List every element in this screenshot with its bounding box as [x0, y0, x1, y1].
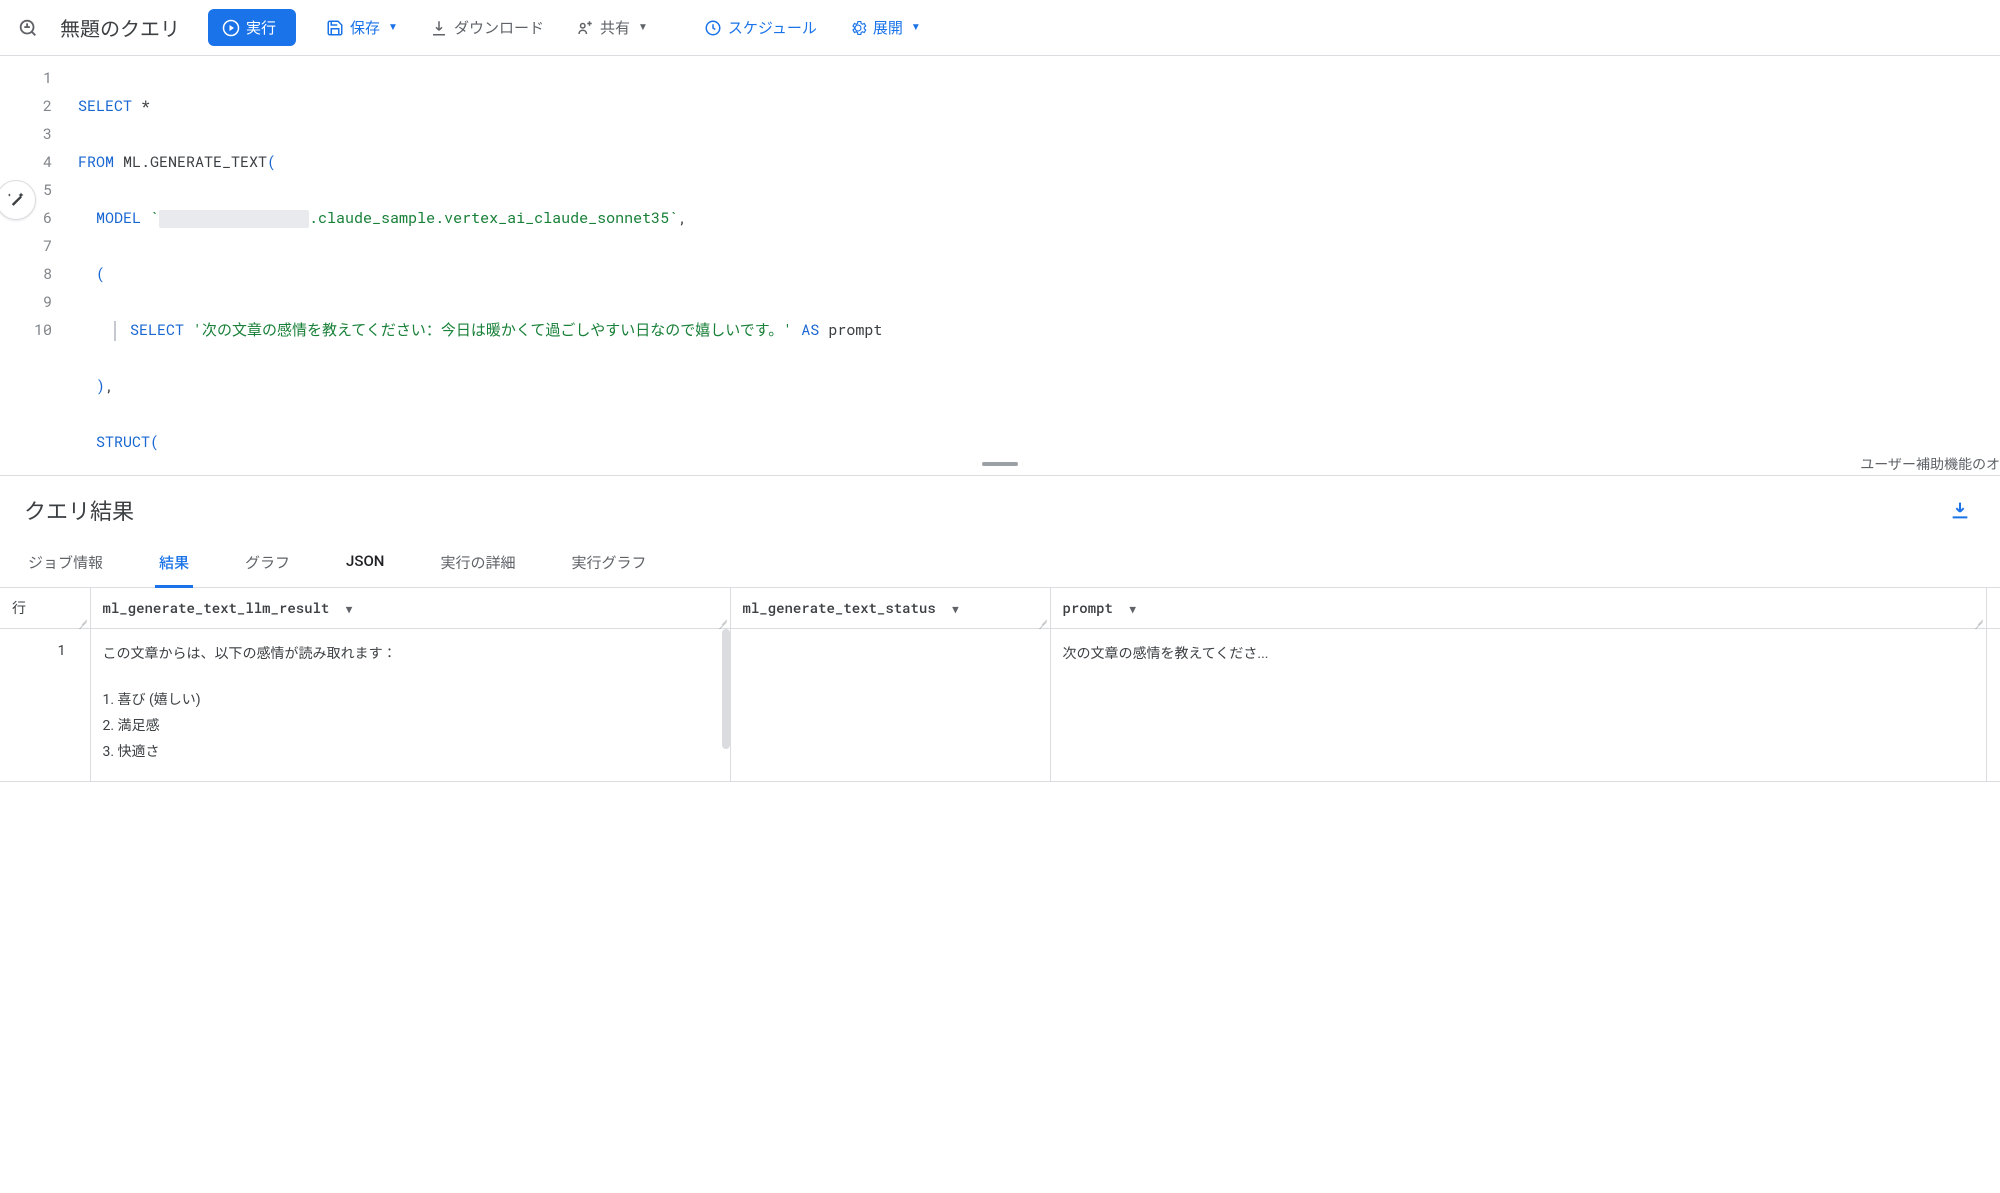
tab-exec-graph[interactable]: 実行グラフ — [567, 540, 650, 588]
sort-caret-icon[interactable]: ▼ — [1129, 601, 1136, 616]
query-insights-icon[interactable] — [8, 8, 48, 48]
tab-exec-details[interactable]: 実行の詳細 — [436, 540, 519, 588]
cell-status — [730, 629, 1050, 782]
expand-button-label: 展開 — [873, 17, 903, 38]
sort-caret-icon[interactable]: ▼ — [952, 601, 959, 616]
tab-job-info[interactable]: ジョブ情報 — [24, 540, 107, 588]
panel-resizer[interactable]: ユーザー補助機能のオ — [0, 456, 2000, 476]
col-header-prompt[interactable]: prompt ▼ — [1050, 588, 1986, 629]
save-button[interactable]: 保存 ▼ — [312, 9, 412, 46]
a11y-hint-text: ユーザー補助機能のオ — [1860, 454, 2000, 474]
col-header-row[interactable]: 行 — [0, 588, 90, 629]
gear-icon — [849, 19, 867, 37]
cell-llm-result: この文章からは、以下の感情が読み取れます： 1. 喜び (嬉しい) 2. 満足感… — [90, 629, 730, 782]
query-title: 無題のクエリ — [60, 13, 180, 42]
cell-row-index: 1 — [0, 629, 90, 782]
cell-scrollbar[interactable] — [722, 629, 730, 749]
run-button[interactable]: 実行 — [208, 9, 296, 46]
sql-editor[interactable]: 1 2 3 4 5 6 7 8 9 10 SELECT * FROM ML.GE… — [0, 56, 2000, 456]
download-button-label: ダウンロード — [454, 17, 544, 38]
drag-handle-icon[interactable] — [982, 462, 1018, 466]
download-results-button[interactable] — [1944, 494, 1976, 526]
expand-button[interactable]: 展開 ▼ — [835, 9, 935, 46]
caret-down-icon: ▼ — [388, 22, 398, 33]
sort-caret-icon[interactable]: ▼ — [346, 601, 353, 616]
resize-grip-icon[interactable] — [78, 616, 88, 626]
schedule-button[interactable]: スケジュール — [690, 9, 831, 46]
save-icon — [326, 19, 344, 37]
magic-wand-icon — [6, 190, 26, 210]
col-header-status[interactable]: ml_generate_text_status ▼ — [730, 588, 1050, 629]
tab-json[interactable]: JSON — [342, 540, 388, 588]
resize-grip-icon[interactable] — [1974, 616, 1984, 626]
resize-grip-icon[interactable] — [1038, 616, 1048, 626]
results-header: クエリ結果 — [0, 476, 2000, 540]
clock-icon — [704, 19, 722, 37]
share-icon — [576, 19, 594, 37]
results-table: 行 ml_generate_text_llm_result ▼ ml_gener… — [0, 588, 2000, 782]
results-heading: クエリ結果 — [24, 494, 134, 526]
caret-down-icon: ▼ — [911, 22, 921, 33]
query-toolbar: 無題のクエリ 実行 保存 ▼ ダウンロード 共有 ▼ — [0, 0, 2000, 56]
caret-down-icon: ▼ — [638, 22, 648, 33]
download-icon — [1949, 499, 1971, 521]
tab-results[interactable]: 結果 — [155, 540, 193, 588]
resize-grip-icon[interactable] — [718, 616, 728, 626]
redacted-project-id — [159, 210, 309, 228]
download-button[interactable]: ダウンロード — [416, 9, 558, 46]
table-row: 1 この文章からは、以下の感情が読み取れます： 1. 喜び (嬉しい) 2. 満… — [0, 629, 2000, 782]
results-tabs: ジョブ情報 結果 グラフ JSON 実行の詳細 実行グラフ — [0, 540, 2000, 588]
cell-prompt: 次の文章の感情を教えてくださ... — [1050, 629, 1986, 782]
code-content[interactable]: SELECT * FROM ML.GENERATE_TEXT( MODEL `.… — [70, 56, 2000, 456]
run-button-label: 実行 — [246, 17, 276, 38]
share-button[interactable]: 共有 ▼ — [562, 9, 662, 46]
save-button-label: 保存 — [350, 17, 380, 38]
play-icon — [222, 19, 240, 37]
line-number-gutter: 1 2 3 4 5 6 7 8 9 10 — [0, 56, 70, 456]
share-button-label: 共有 — [600, 17, 630, 38]
tab-graph[interactable]: グラフ — [241, 540, 294, 588]
col-header-llm-result[interactable]: ml_generate_text_llm_result ▼ — [90, 588, 730, 629]
download-icon — [430, 19, 448, 37]
schedule-button-label: スケジュール — [728, 17, 817, 38]
